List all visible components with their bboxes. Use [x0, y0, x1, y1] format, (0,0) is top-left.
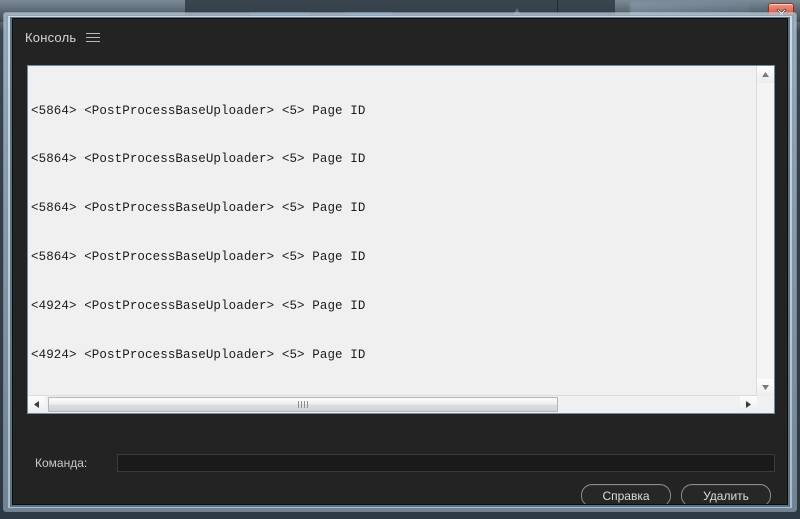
- log-line: <5864> <PostProcessBaseUploader> <5> Pag…: [31, 250, 366, 265]
- scroll-up-button[interactable]: [757, 66, 774, 83]
- footer-buttons: Справка Удалить: [581, 484, 771, 504]
- vertical-scroll-track[interactable]: [757, 83, 774, 379]
- scroll-down-button[interactable]: [757, 379, 774, 396]
- horizontal-scroll-thumb[interactable]: [48, 397, 558, 412]
- console-dialog: Консоль <5864> <PostProcessBaseUploader>…: [12, 18, 788, 505]
- console-text-area[interactable]: <5864> <PostProcessBaseUploader> <5> Pag…: [28, 66, 757, 396]
- horizontal-scrollbar[interactable]: [28, 395, 757, 413]
- page-title: Консоль: [25, 29, 77, 45]
- panel-header: Консоль: [13, 19, 787, 55]
- screen: Консоль <5864> <PostProcessBaseUploader>…: [0, 0, 800, 519]
- hamburger-menu-icon[interactable]: [86, 31, 101, 43]
- console-log: <5864> <PostProcessBaseUploader> <5> Pag…: [28, 66, 757, 396]
- log-line: <5864> <PostProcessBaseUploader> <5> Pag…: [31, 103, 366, 118]
- command-row: Команда:: [35, 453, 775, 473]
- grip-dots-icon: [298, 401, 308, 408]
- scrollbar-corner: [757, 396, 774, 413]
- triangle-right-icon: [746, 401, 751, 408]
- triangle-left-icon: [34, 401, 39, 408]
- command-label: Команда:: [35, 456, 88, 470]
- triangle-up-icon: [762, 72, 769, 77]
- console-output-panel[interactable]: <5864> <PostProcessBaseUploader> <5> Pag…: [27, 65, 775, 414]
- command-input[interactable]: [117, 454, 775, 472]
- log-line: <4924> <PostProcessBaseUploader> <5> Pag…: [31, 348, 366, 363]
- scroll-right-button[interactable]: [740, 396, 757, 413]
- help-button[interactable]: Справка: [581, 484, 671, 504]
- triangle-down-icon: [762, 385, 769, 390]
- log-line: <4924> <PostProcessBaseUploader> <5> Pag…: [31, 299, 366, 314]
- log-line: <5864> <PostProcessBaseUploader> <5> Pag…: [31, 201, 366, 216]
- delete-button[interactable]: Удалить: [681, 484, 771, 504]
- vertical-scrollbar[interactable]: [756, 66, 774, 396]
- log-line: <5864> <PostProcessBaseUploader> <5> Pag…: [31, 152, 366, 167]
- scroll-left-button[interactable]: [28, 396, 45, 413]
